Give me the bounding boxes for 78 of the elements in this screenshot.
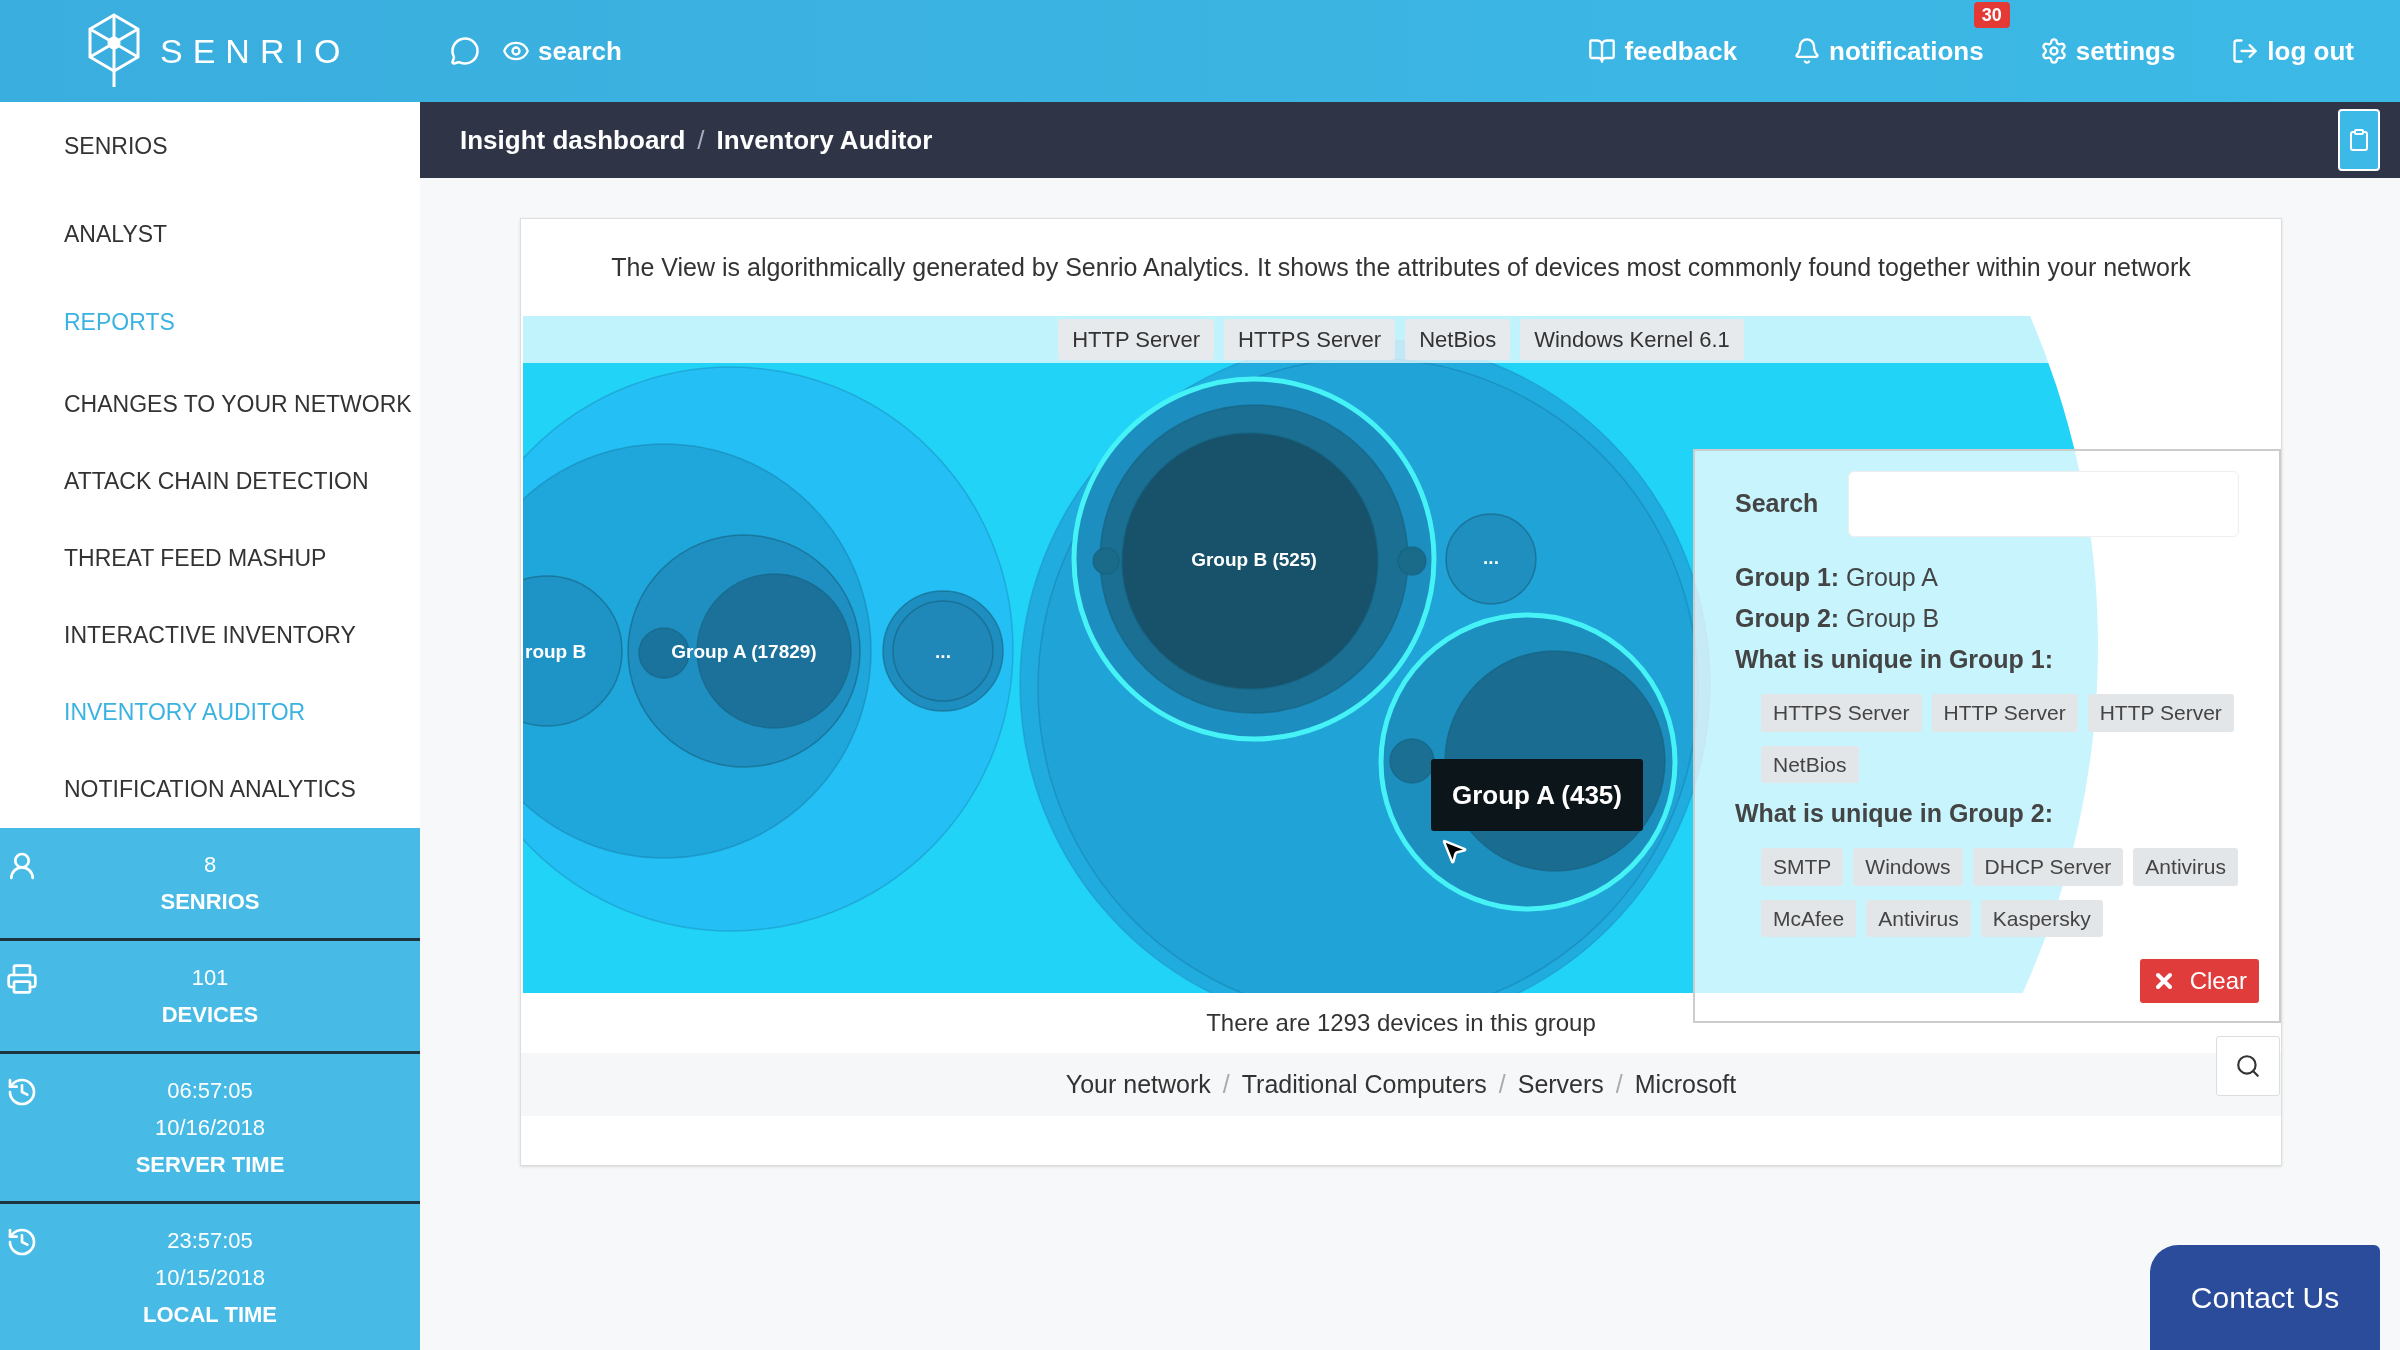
clock-icon [6,1076,38,1108]
sidebar-item[interactable]: SENRIOS [0,102,420,190]
search-icon [2235,1053,2261,1079]
attribute-tag: HTTP Server [2087,694,2234,732]
stat-value: 06:57:05 [167,1077,253,1105]
attribute-tag: Windows Kernel 6.1 [1520,319,1744,360]
bubble-label: ... [935,641,951,662]
bubble-label: Group B (525) [1191,549,1317,570]
attribute-tag: Kaspersky [1980,899,2103,937]
search-field[interactable] [1848,471,2239,537]
zoom-button[interactable] [2216,1036,2280,1096]
sidebar-item[interactable]: INTERACTIVE INVENTORY [0,597,420,674]
stat-value: 10/16/2018 [154,1114,266,1142]
caption-text: There are 1293 devices in this group [1206,1008,1596,1038]
description-text: The View is algorithmically generated by Senrio Analytics. It shows the attributes of devices most commonly found together within your network [611,251,2191,283]
breadcrumb-link[interactable]: Insight dashboard [460,120,686,160]
attribute-tag: HTTPS Server [1224,319,1396,360]
clipboard-icon [2347,128,2371,152]
bubble-label: Group A (17829) [671,641,817,662]
breadcrumb-link[interactable]: Inventory Auditor [716,120,933,160]
stat-value: 10/15/2018 [154,1264,266,1292]
bubble[interactable]: ... [1445,513,1537,605]
stat-label: DEVICES [161,1001,259,1029]
attribute-tag: SMTP [1761,848,1844,886]
printer-icon [6,963,38,995]
bubble-label: ... [1483,547,1499,568]
sidebar-item[interactable]: CHANGES TO YOUR NETWORK [0,366,420,443]
stat-label: SERVER TIME [135,1151,285,1179]
brand-name: SENRIO [160,30,351,72]
settings-icon [2039,37,2068,65]
breadcrumb-separator: / [697,123,705,157]
group-line: Group 1: Group A [1735,562,1939,593]
chat-icon[interactable] [450,36,480,66]
attribute-tag: NetBios [1405,319,1511,360]
node-circle[interactable] [1397,546,1427,576]
notification-badge: 30 [1973,1,2010,28]
tooltip: Group A (435) [1431,759,1643,831]
section-heading: What is unique in Group 1: [1735,644,2055,675]
book-icon [1588,37,1617,65]
node-circle[interactable] [1092,547,1120,575]
node-circle[interactable] [1389,738,1435,784]
bubble[interactable]: Group A (17829) [627,534,861,768]
attribute-tag: Antivirus [1866,899,1971,937]
clock-icon [6,1226,38,1258]
path-separator: / [1498,1068,1506,1100]
stat-value: 8 [203,851,217,879]
attribute-tag: Windows [1853,848,1963,886]
stat-value: 101 [191,964,229,992]
path-link[interactable]: Traditional Computers [1241,1065,1487,1104]
bubble[interactable]: ... [882,590,1004,712]
group-line: Group 2: Group B [1735,603,1941,634]
sidebar-item[interactable]: NOTIFICATION ANALYTICS [0,751,420,828]
attribute-tag: HTTPS Server [1761,694,1922,732]
stat-label: SENRIOS [160,888,260,916]
stat-value: 23:57:05 [167,1227,253,1255]
attribute-tag: DHCP Server [1972,848,2124,886]
clear-button[interactable]: Clear [2139,959,2259,1003]
attribute-tag: McAfee [1761,899,1857,937]
path-link[interactable]: Microsoft [1634,1065,1737,1104]
sidebar-item[interactable]: ATTACK CHAIN DETECTION [0,443,420,520]
search-label: Search [1735,488,1819,520]
path-separator: / [1222,1068,1230,1100]
attribute-tag: NetBios [1761,745,1859,783]
attribute-tag: Antivirus [2133,848,2238,886]
clipboard-button[interactable] [2338,109,2380,171]
attribute-tag: HTTP Server [1931,694,2078,732]
attribute-tag: HTTP Server [1058,319,1215,360]
bubble[interactable]: Group B (525) [1071,376,1437,742]
section-heading: What is unique in Group 2: [1735,798,2055,829]
sidebar-item[interactable]: THREAT FEED MASHUP [0,520,420,597]
stat-label: LOCAL TIME [143,1301,277,1329]
sidebar-item[interactable]: ANALYST [0,190,420,278]
path-link[interactable]: Your network [1065,1065,1211,1104]
path-separator: / [1615,1068,1623,1100]
path-link[interactable]: Servers [1517,1065,1604,1104]
contact-button[interactable]: Contact Us [2150,1245,2380,1350]
bubble-label: roup B [525,641,587,662]
bell-icon [1793,37,1822,65]
